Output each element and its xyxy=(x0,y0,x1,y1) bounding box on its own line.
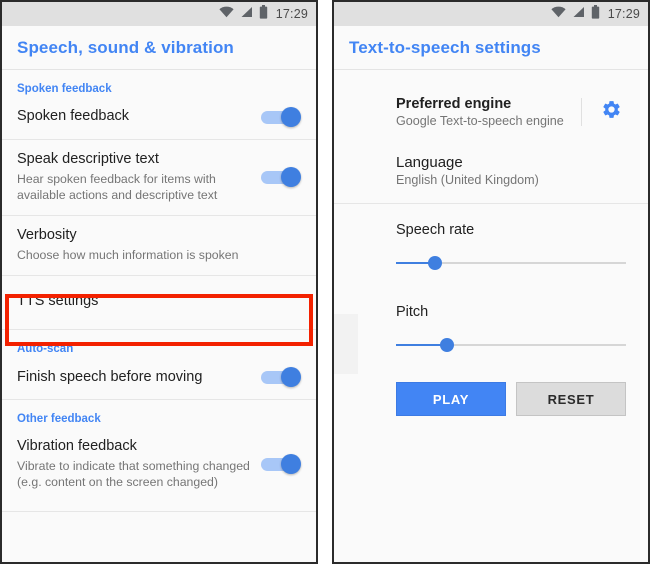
tts-settings-body: Preferred engine Google Text-to-speech e… xyxy=(334,70,648,562)
list-item-subtitle: Hear spoken feedback for items with avai… xyxy=(17,171,218,202)
pitch-block: Pitch xyxy=(334,278,648,360)
page-title-right: Text-to-speech settings xyxy=(349,37,541,57)
list-item-title: Speak descriptive text xyxy=(17,151,159,167)
list-item-title: TTS settings xyxy=(17,292,99,309)
toggle-spoken-feedback[interactable] xyxy=(261,107,301,127)
toggle-speak-descriptive-text[interactable] xyxy=(261,166,301,187)
status-bar-left: 17:29 xyxy=(2,2,316,26)
battery-icon xyxy=(591,4,600,24)
language-subtitle: English (United Kingdom) xyxy=(396,173,539,187)
toggle-vibration-feedback[interactable] xyxy=(261,453,301,474)
row-texts: TTS settings xyxy=(17,292,301,312)
left-phone-screen: 17:29 Speech, sound & vibration Spoken f… xyxy=(0,0,318,564)
toggle-thumb xyxy=(281,107,301,127)
speech-rate-block: Speech rate xyxy=(334,204,648,278)
list-item-tts-settings[interactable]: TTS settings xyxy=(2,276,316,330)
engine-settings-button[interactable] xyxy=(596,97,626,127)
toggle-thumb xyxy=(281,166,301,187)
section-header-other-feedback: Other feedback xyxy=(17,413,101,426)
list-item-language[interactable]: Language English (United Kingdom) xyxy=(334,144,648,203)
row-texts: Spoken feedback xyxy=(17,107,261,127)
list-item-subtitle: Choose how much information is spoken xyxy=(17,247,239,262)
status-bar-time: 17:29 xyxy=(275,7,308,21)
row-texts: Finish speech before moving xyxy=(17,368,261,388)
list-item-title: Finish speech before moving xyxy=(17,368,203,385)
list-item-preferred-engine[interactable]: Preferred engine Google Text-to-speech e… xyxy=(334,70,648,144)
list-item-finish-speech-before-moving[interactable]: Finish speech before moving xyxy=(2,357,316,399)
status-bar-right: 17:29 xyxy=(334,2,648,26)
section-header-auto-scan: Auto-scan xyxy=(17,343,74,356)
gear-icon xyxy=(601,99,622,125)
list-item-title: Verbosity xyxy=(17,227,77,243)
action-button-row: PLAY RESET xyxy=(334,360,648,416)
row-texts: Vibration feedback Vibrate to indicate t… xyxy=(17,437,261,490)
list-item-speak-descriptive-text[interactable]: Speak descriptive text Hear spoken feedb… xyxy=(2,140,316,215)
list-item-vibration-feedback[interactable]: Vibration feedback Vibrate to indicate t… xyxy=(2,427,316,502)
divider xyxy=(2,511,316,513)
page-title-left: Speech, sound & vibration xyxy=(17,37,234,57)
screenshot-root: 17:29 Speech, sound & vibration Spoken f… xyxy=(0,0,650,564)
wifi-icon xyxy=(219,5,234,23)
pitch-label: Pitch xyxy=(396,304,429,320)
toggle-thumb xyxy=(281,367,301,388)
row-texts: Preferred engine Google Text-to-speech e… xyxy=(396,96,581,128)
pitch-slider[interactable] xyxy=(396,338,626,352)
list-item-subtitle: Vibrate to indicate that something chang… xyxy=(17,458,250,490)
right-phone-screen: 17:29 Text-to-speech settings Preferred … xyxy=(332,0,650,564)
list-item-verbosity[interactable]: Verbosity Choose how much information is… xyxy=(2,216,316,275)
preferred-engine-title: Preferred engine xyxy=(396,96,512,112)
row-texts: Verbosity Choose how much information is… xyxy=(17,226,301,263)
list-item-spoken-feedback[interactable]: Spoken feedback xyxy=(2,97,316,139)
signal-icon xyxy=(572,5,585,23)
right-action-bar: Text-to-speech settings xyxy=(334,26,648,70)
slider-thumb[interactable] xyxy=(428,256,443,270)
row-texts: Speak descriptive text Hear spoken feedb… xyxy=(17,150,261,203)
battery-icon xyxy=(259,4,268,24)
language-title: Language xyxy=(396,154,463,171)
toggle-finish-speech-before-moving[interactable] xyxy=(261,367,301,388)
reset-button[interactable]: RESET xyxy=(516,382,626,416)
speech-rate-slider[interactable] xyxy=(396,256,626,270)
play-button[interactable]: PLAY xyxy=(396,382,506,416)
preferred-engine-subtitle: Google Text-to-speech engine xyxy=(396,114,564,128)
list-item-title: Spoken feedback xyxy=(17,108,130,125)
status-bar-time: 17:29 xyxy=(607,7,640,21)
list-item-title: Vibration feedback xyxy=(17,438,137,455)
row-texts: Language English (United Kingdom) xyxy=(396,154,626,187)
speech-settings-list: Spoken feedback Spoken feedback Speak de… xyxy=(2,70,316,513)
toggle-thumb xyxy=(281,453,301,474)
wifi-icon xyxy=(551,5,566,23)
vertical-divider xyxy=(581,98,582,126)
left-action-bar: Speech, sound & vibration xyxy=(2,26,316,70)
signal-icon xyxy=(240,5,253,23)
speech-rate-label: Speech rate xyxy=(396,222,475,238)
edge-shadow-decoration xyxy=(334,314,358,374)
section-header-spoken-feedback: Spoken feedback xyxy=(17,83,112,95)
slider-thumb[interactable] xyxy=(439,338,454,352)
